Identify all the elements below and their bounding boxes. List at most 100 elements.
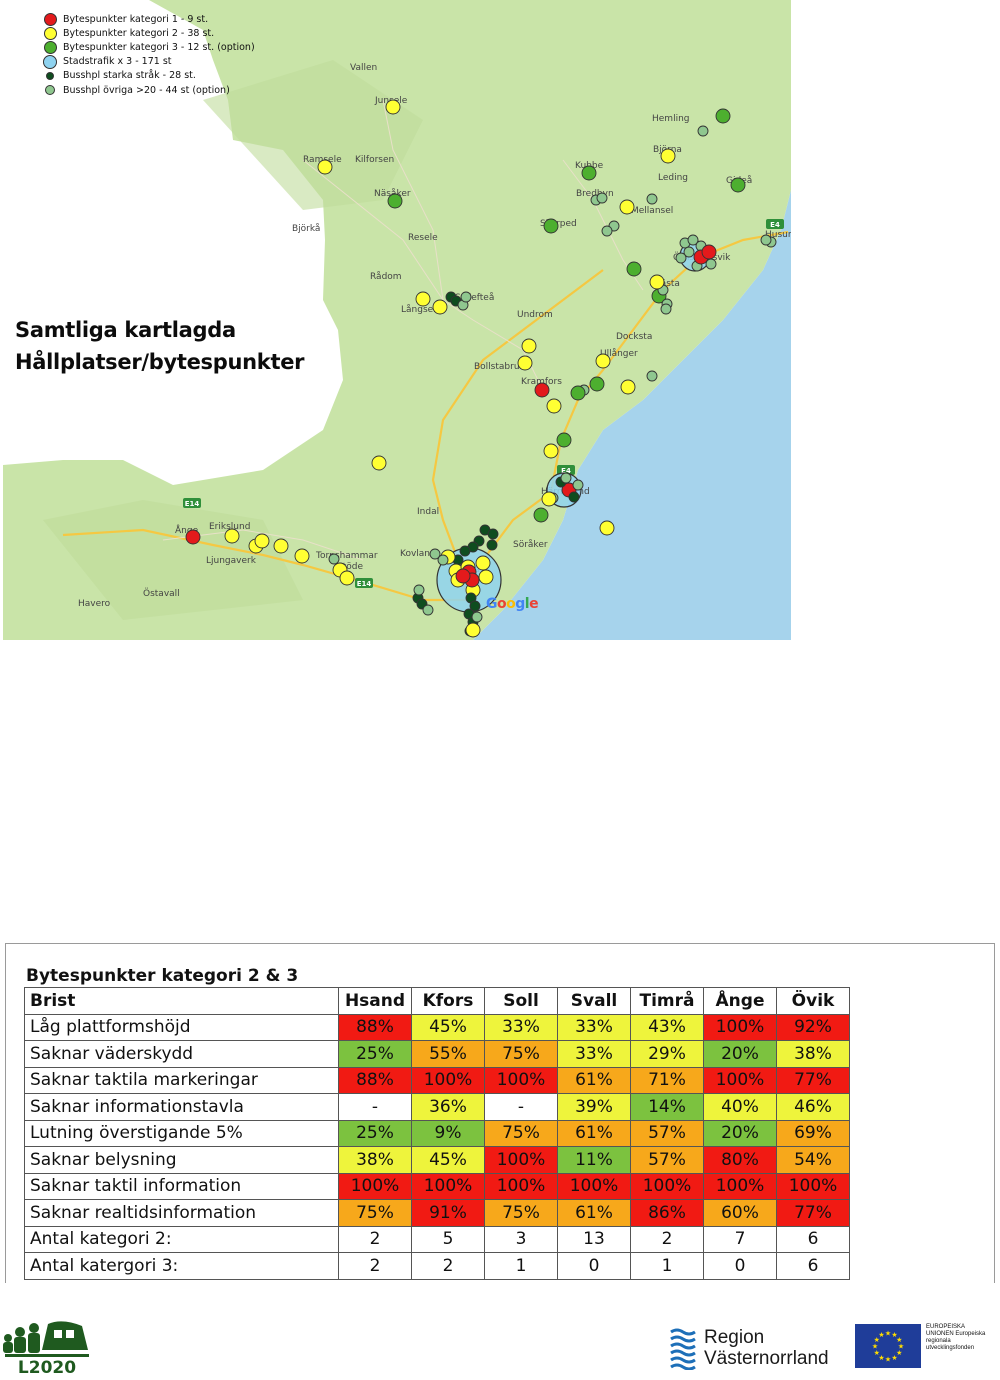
legend-label: Busshpl övriga >20 - 44 st (option) bbox=[63, 84, 230, 96]
legend-marker-icon bbox=[43, 12, 57, 26]
place-label-hemling: Hemling bbox=[652, 114, 690, 124]
place-label-havero: Havero bbox=[78, 599, 111, 609]
place-label-undrom: Undrom bbox=[517, 310, 553, 320]
region-vasternorrland-logo: Region Västernorrland bbox=[668, 1326, 829, 1370]
table-cell: 100% bbox=[338, 1172, 412, 1200]
table-cell: 6 bbox=[776, 1225, 850, 1253]
bytespunkt-kat2-marker bbox=[599, 520, 615, 536]
legend-item: Stadstrafik x 3 - 171 st bbox=[43, 54, 255, 69]
legend-item: Busshpl starka stråk - 28 st. bbox=[43, 69, 255, 83]
svg-text:E4: E4 bbox=[770, 221, 780, 229]
bytespunkt-kat2-marker bbox=[546, 398, 562, 414]
google-letter: g bbox=[515, 596, 525, 612]
table-cell: 3 bbox=[484, 1225, 558, 1253]
bytespunkt-kat3-marker bbox=[556, 432, 572, 448]
region-emblem-icon bbox=[668, 1326, 698, 1370]
table-cell: 100% bbox=[630, 1172, 704, 1200]
eu-star-icon: ★ bbox=[891, 1354, 897, 1362]
bytespunkt-kat2-marker bbox=[475, 555, 491, 571]
table-row: Saknar väderskydd 25% 55% 75% 33% 29% 20% 38% bbox=[24, 1040, 850, 1068]
row-label: Saknar taktil information bbox=[24, 1172, 339, 1200]
bytespunkt-kat2-marker bbox=[660, 148, 676, 164]
legend-item: Busshpl övriga >20 - 44 st (option) bbox=[43, 83, 255, 97]
eu-star-icon: ★ bbox=[896, 1336, 902, 1344]
deficiency-table: Brist Hsand Kfors Soll Svall Timrå Ånge Övik Lå… bbox=[24, 987, 850, 1280]
eu-star-icon: ★ bbox=[878, 1331, 884, 1339]
table-cell: 88% bbox=[338, 1066, 412, 1094]
busshpl-ovrig-marker bbox=[437, 554, 449, 566]
busshpl-stark-marker bbox=[486, 539, 498, 551]
bytespunkt-kat2-marker bbox=[254, 533, 270, 549]
table-cell: 45% bbox=[411, 1013, 485, 1041]
google-letter: G bbox=[486, 596, 498, 612]
table-cell: 71% bbox=[630, 1066, 704, 1094]
column-header-timra: Timrå bbox=[630, 987, 704, 1015]
table-cell: 100% bbox=[557, 1172, 631, 1200]
table-cell: 55% bbox=[411, 1040, 485, 1068]
svg-text:E14: E14 bbox=[357, 580, 372, 588]
map-legend: Bytespunkter kategori 1 - 9 st. Bytespunk… bbox=[43, 12, 255, 97]
place-label-resele: Resele bbox=[408, 233, 438, 243]
legend-label: Bytespunkter kategori 1 - 9 st. bbox=[63, 13, 209, 25]
table-cell: 100% bbox=[703, 1172, 777, 1200]
l2020-logo: L2020 bbox=[3, 1321, 89, 1376]
row-label: Lutning överstigande 5% bbox=[24, 1119, 339, 1147]
bytespunkt-kat2-marker bbox=[465, 622, 481, 638]
place-label-ljungaverk: Ljungaverk bbox=[206, 556, 257, 566]
table-row: Saknar taktila markeringar 88% 100% 100% 61%… bbox=[24, 1066, 850, 1094]
legend-item: Bytespunkter kategori 3 - 12 st. (option… bbox=[43, 40, 255, 54]
place-label-docksta: Docksta bbox=[616, 332, 652, 342]
road-shield-e14: E14 bbox=[183, 498, 201, 508]
google-attribution: Google bbox=[486, 596, 539, 612]
column-header-hsand: Hsand bbox=[338, 987, 412, 1015]
map-panel: VallenJunseleRamseleKilforsenNäsåkerBjör… bbox=[3, 0, 791, 640]
bytespunkt-kat2-marker bbox=[619, 199, 635, 215]
busshpl-ovrig-marker bbox=[675, 252, 687, 264]
table-cell: 75% bbox=[338, 1199, 412, 1227]
region-line-1: Region bbox=[704, 1327, 765, 1348]
table-cell: 100% bbox=[411, 1066, 485, 1094]
bytespunkt-kat3-marker bbox=[533, 507, 549, 523]
table-row: Saknar taktil information 100% 100% 100% 100… bbox=[24, 1172, 850, 1200]
table-cell: 100% bbox=[484, 1172, 558, 1200]
eu-star-icon: ★ bbox=[885, 1330, 891, 1338]
busshpl-stark-marker bbox=[459, 545, 471, 557]
bytespunkt-kat1-marker bbox=[455, 568, 471, 584]
table-cell: 38% bbox=[776, 1040, 850, 1068]
table-cell: 100% bbox=[703, 1066, 777, 1094]
table-cell: 1 bbox=[484, 1252, 558, 1280]
place-label-vallen: Vallen bbox=[350, 63, 377, 73]
busshpl-ovrig-marker bbox=[460, 291, 472, 303]
google-letter: o bbox=[506, 596, 516, 612]
bytespunkt-kat2-marker bbox=[371, 455, 387, 471]
column-header-soll: Soll bbox=[484, 987, 558, 1015]
busshpl-ovrig-marker bbox=[646, 370, 658, 382]
row-label: Antal katergori 3: bbox=[24, 1252, 339, 1280]
bytespunkt-kat2-marker bbox=[478, 569, 494, 585]
map-title-line-2: Hållplatser/bytespunkter bbox=[15, 350, 305, 374]
busshpl-stark-marker bbox=[487, 528, 499, 540]
place-label-leding: Leding bbox=[658, 173, 688, 183]
table-cell: 69% bbox=[776, 1119, 850, 1147]
column-header-brist: Brist bbox=[24, 987, 339, 1015]
bytespunkt-kat3-marker bbox=[570, 385, 586, 401]
bytespunkt-kat3-marker bbox=[715, 108, 731, 124]
table-cell: 61% bbox=[557, 1066, 631, 1094]
busshpl-ovrig-marker bbox=[601, 225, 613, 237]
table-cell: 77% bbox=[776, 1199, 850, 1227]
eu-flag-icon: ★ ★ ★ ★ ★ ★ ★ ★ ★ ★ ★ ★ bbox=[855, 1324, 921, 1368]
row-label: Saknar taktila markeringar bbox=[24, 1066, 339, 1094]
table-cell: 33% bbox=[557, 1040, 631, 1068]
busshpl-ovrig-marker bbox=[413, 584, 425, 596]
table-cell: 9% bbox=[411, 1119, 485, 1147]
table-row: Saknar belysning 38% 45% 100% 11% 57% 80% 54% bbox=[24, 1146, 850, 1174]
google-letter: o bbox=[497, 596, 507, 612]
legend-marker-icon bbox=[43, 26, 57, 40]
bytespunkt-kat2-marker bbox=[339, 570, 355, 586]
legend-item: Bytespunkter kategori 1 - 9 st. bbox=[43, 12, 255, 26]
place-label-soraker: Söråker bbox=[513, 539, 548, 550]
table-row: Antal katergori 3: 2 2 1 0 1 0 6 bbox=[24, 1252, 850, 1280]
bytespunkt-kat2-marker bbox=[294, 548, 310, 564]
table-cell: 25% bbox=[338, 1119, 412, 1147]
table-cell: 57% bbox=[630, 1146, 704, 1174]
